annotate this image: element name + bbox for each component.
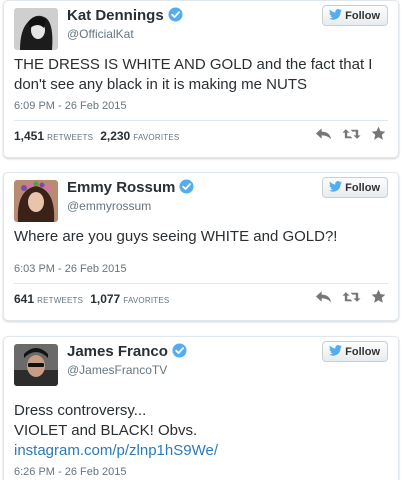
- user-handle[interactable]: @OfficialKat: [67, 27, 134, 41]
- favorite-count[interactable]: 1,077: [90, 292, 120, 306]
- tweet-timestamp[interactable]: 6:09 PM - 26 Feb 2015: [14, 100, 127, 112]
- twitter-bird-icon: [329, 8, 343, 23]
- follow-button[interactable]: Follow: [322, 177, 388, 198]
- display-name[interactable]: James Franco: [67, 343, 187, 362]
- avatar[interactable]: [14, 8, 58, 50]
- follow-label: Follow: [345, 181, 380, 194]
- user-handle[interactable]: @JamesFrancoTV: [67, 363, 167, 377]
- tweet-card: James Franco @JamesFrancoTV Follow Dress…: [3, 336, 399, 480]
- tweet-text: Dress controversy... VIOLET and BLACK! O…: [14, 402, 218, 459]
- favorites-label: FAVORITES: [123, 296, 170, 305]
- verified-badge-icon: [168, 7, 183, 26]
- tweet-card: Kat Dennings @OfficialKat Follow THE DRE…: [3, 0, 399, 158]
- follow-button[interactable]: Follow: [322, 5, 388, 26]
- reply-icon[interactable]: [315, 290, 332, 304]
- favorites-label: FAVORITES: [133, 133, 180, 142]
- follow-label: Follow: [345, 9, 380, 22]
- star-icon[interactable]: [371, 126, 386, 141]
- user-handle[interactable]: @emmyrossum: [67, 199, 151, 213]
- tweet-link[interactable]: instagram.com/p/zlnp1hS9We/: [14, 442, 218, 459]
- retweet-count[interactable]: 641: [14, 292, 34, 306]
- display-name[interactable]: Emmy Rossum: [67, 179, 194, 198]
- star-icon[interactable]: [371, 289, 386, 304]
- tweet-stats: 1,451 RETWEETS 2,230 FAVORITES: [14, 129, 183, 143]
- avatar[interactable]: [14, 344, 58, 386]
- divider: [14, 283, 388, 284]
- tweet-text: THE DRESS IS WHITE AND GOLD and the fact…: [14, 56, 373, 93]
- verified-badge-icon: [179, 179, 194, 198]
- favorite-count[interactable]: 2,230: [100, 129, 130, 143]
- tweet-screenshot: Kat Dennings @OfficialKat Follow THE DRE…: [0, 0, 403, 480]
- retweet-icon[interactable]: [342, 127, 361, 141]
- avatar[interactable]: [14, 180, 58, 222]
- retweets-label: RETWEETS: [37, 296, 84, 305]
- tweet-timestamp[interactable]: 6:26 PM - 26 Feb 2015: [14, 466, 127, 478]
- tweet-stats: 641 RETWEETS 1,077 FAVORITES: [14, 292, 173, 306]
- verified-badge-icon: [172, 343, 187, 362]
- tweet-actions: [315, 126, 386, 141]
- tweet-actions: [315, 289, 386, 304]
- tweet-text: Where are you guys seeing WHITE and GOLD…: [14, 228, 338, 245]
- tweet-timestamp[interactable]: 6:03 PM - 26 Feb 2015: [14, 263, 127, 275]
- divider: [14, 120, 388, 121]
- follow-label: Follow: [345, 345, 380, 358]
- retweet-icon[interactable]: [342, 290, 361, 304]
- retweets-label: RETWEETS: [47, 133, 94, 142]
- follow-button[interactable]: Follow: [322, 341, 388, 362]
- reply-icon[interactable]: [315, 127, 332, 141]
- tweet-card: Emmy Rossum @emmyrossum Follow Where are…: [3, 172, 399, 321]
- twitter-bird-icon: [329, 344, 343, 359]
- retweet-count[interactable]: 1,451: [14, 129, 44, 143]
- twitter-bird-icon: [329, 180, 343, 195]
- display-name[interactable]: Kat Dennings: [67, 7, 183, 26]
